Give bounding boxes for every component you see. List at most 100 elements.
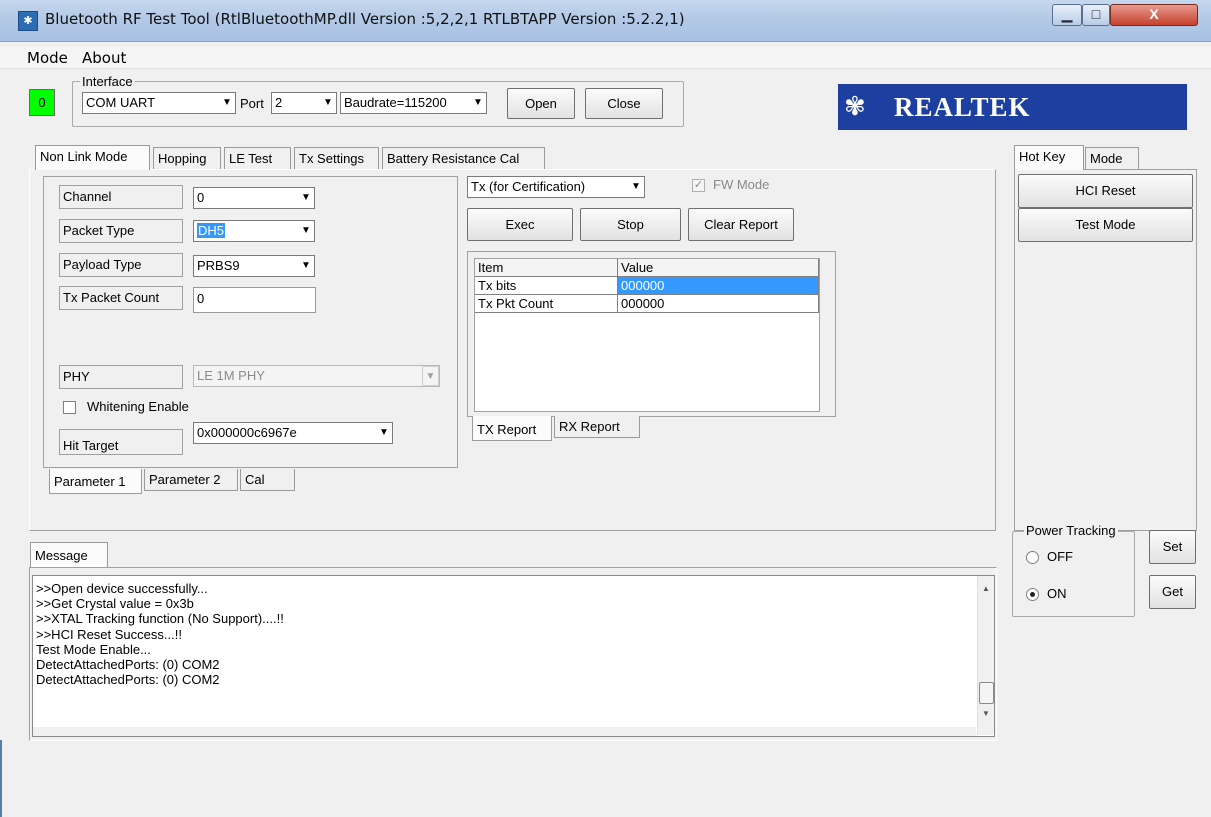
log-line: >>Open device successfully... [36,581,208,596]
maximize-button[interactable]: □ [1082,4,1110,26]
baudrate-value: Baudrate=115200 [344,95,447,110]
tab-mode[interactable]: Mode [1085,147,1139,169]
scroll-down-icon[interactable]: ▼ [982,709,990,718]
port-select[interactable]: 2 ▼ [271,92,337,114]
tab-hot-key[interactable]: Hot Key [1014,145,1084,170]
fw-mode-label: FW Mode [713,177,770,192]
phy-value: LE 1M PHY [197,368,265,383]
tab-cal[interactable]: Cal [240,469,295,491]
phy-label: PHY [59,365,183,389]
log-line: >>Get Crystal value = 0x3b [36,596,194,612]
port-value: 2 [275,95,283,110]
baudrate-select[interactable]: Baudrate=115200 ▼ [340,92,487,114]
dropdown-arrow-icon: ▼ [297,188,314,208]
clear-report-button[interactable]: Clear Report [688,208,794,241]
message-lines: >>Open device successfully... >>Get Crys… [36,581,284,687]
tab-tx-report[interactable]: TX Report [472,416,552,441]
realtek-crab-icon: ✾ [844,91,866,121]
minimize-button[interactable]: ▁ [1052,4,1082,26]
column-header-item: Item [475,259,618,277]
tab-parameter-1[interactable]: Parameter 1 [49,469,142,494]
whitening-checkbox[interactable] [63,401,76,414]
channel-select[interactable]: 0 ▼ [193,187,315,209]
power-tracking-title: Power Tracking [1024,523,1118,538]
power-tracking-on-radio[interactable] [1026,588,1039,601]
payload-type-value: PRBS9 [197,258,240,273]
scroll-up-icon[interactable]: ▲ [982,584,990,593]
channel-value: 0 [197,190,205,205]
test-mode-value: Tx (for Certification) [471,179,586,194]
test-mode-select[interactable]: Tx (for Certification) ▼ [467,176,645,198]
tab-message[interactable]: Message [30,542,108,567]
power-tracking-group [1012,531,1135,617]
menu-bar: Mode About [0,47,1211,69]
hit-target-select[interactable]: 0x000000c6967e ▼ [193,422,393,444]
column-header-value: Value [618,259,819,277]
app-icon: ✱ [18,11,38,31]
report-row-item[interactable]: Tx bits [475,277,618,295]
title-bar: ✱ Bluetooth RF Test Tool (RtlBluetoothMP… [0,0,1211,42]
channel-label: Channel [59,185,183,209]
hci-reset-button[interactable]: HCI Reset [1018,174,1193,208]
dropdown-arrow-icon: ▼ [627,177,644,197]
power-tracking-get-button[interactable]: Get [1149,575,1196,609]
dropdown-arrow-icon: ▼ [469,93,486,113]
log-line: DetectAttachedPorts: (0) COM2 [36,672,220,688]
tab-parameter-2[interactable]: Parameter 2 [144,469,238,491]
packet-type-select[interactable]: DH5 ▼ [193,220,315,242]
dropdown-arrow-icon: ▼ [375,423,392,443]
tab-battery-resistance-cal[interactable]: Battery Resistance Cal [382,147,545,169]
connection-value: COM UART [86,95,156,110]
tab-le-test[interactable]: LE Test [224,147,291,169]
message-log[interactable]: >>Open device successfully... >>Get Crys… [32,575,995,737]
open-button[interactable]: Open [507,88,575,119]
hit-target-value: 0x000000c6967e [197,425,297,440]
scrollbar-thumb[interactable] [979,682,994,704]
report-grid[interactable]: Item Value Tx bits 000000 Tx Pkt Count 0… [474,258,820,412]
packet-type-value: DH5 [197,223,226,238]
realtek-logo: ✾ REALTEK [838,84,1187,130]
fw-mode-checkbox[interactable]: ✓ [692,179,705,192]
phy-select[interactable]: LE 1M PHY ▼ [193,365,440,387]
message-horizontal-scrollbar[interactable] [33,727,976,736]
window-left-edge [0,740,2,817]
window-title: Bluetooth RF Test Tool (RtlBluetoothMP.d… [45,10,685,28]
log-line: >>HCI Reset Success...!! [36,626,182,642]
report-row-item[interactable]: Tx Pkt Count [475,295,618,313]
tab-hopping[interactable]: Hopping [153,147,221,169]
tx-packet-count-input[interactable]: 0 [193,287,316,313]
stop-button[interactable]: Stop [580,208,681,241]
tab-non-link-mode[interactable]: Non Link Mode [35,145,150,170]
test-mode-button[interactable]: Test Mode [1018,208,1193,242]
interface-group-title: Interface [80,74,135,89]
whitening-label: Whitening Enable [87,399,189,414]
menu-mode[interactable]: Mode [27,49,68,67]
status-indicator: 0 [29,89,55,116]
tab-tx-settings[interactable]: Tx Settings [294,147,379,169]
report-row-value[interactable]: 000000 [618,295,819,313]
dropdown-arrow-icon: ▼ [422,366,439,386]
power-tracking-off-radio[interactable] [1026,551,1039,564]
close-window-button[interactable]: X [1110,4,1198,26]
power-tracking-on-label: ON [1047,586,1067,601]
port-label: Port [240,96,264,111]
dropdown-arrow-icon: ▼ [319,93,336,113]
message-vertical-scrollbar[interactable]: ▲ ▼ [977,576,994,735]
tab-rx-report[interactable]: RX Report [554,416,640,438]
tx-packet-count-label: Tx Packet Count [59,286,183,310]
log-line: DetectAttachedPorts: (0) COM2 [36,657,220,673]
payload-type-select[interactable]: PRBS9 ▼ [193,255,315,277]
radio-selected-dot [1030,592,1035,597]
menu-about[interactable]: About [82,49,126,67]
exec-button[interactable]: Exec [467,208,573,241]
close-port-button[interactable]: Close [585,88,663,119]
power-tracking-set-button[interactable]: Set [1149,530,1196,564]
packet-type-label: Packet Type [59,219,183,243]
realtek-logo-text: REALTEK [894,92,1031,122]
dropdown-arrow-icon: ▼ [297,221,314,241]
dropdown-arrow-icon: ▼ [297,256,314,276]
connection-select[interactable]: COM UART ▼ [82,92,236,114]
report-row-value[interactable]: 000000 [618,277,819,295]
log-line: >>XTAL Tracking function (No Support)...… [36,611,284,627]
log-line: Test Mode Enable... [36,641,151,657]
